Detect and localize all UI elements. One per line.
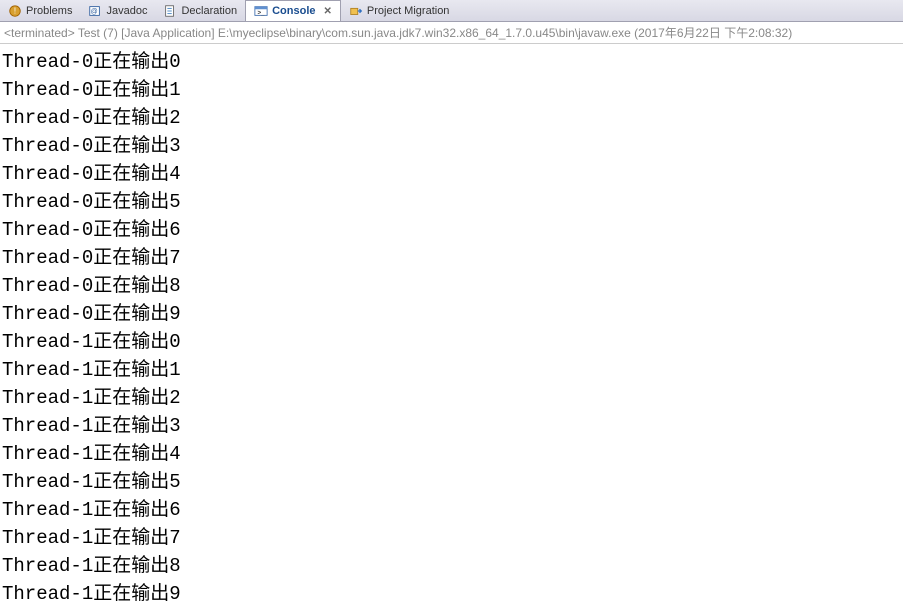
console-line: Thread-1正在输出5 (2, 468, 901, 496)
svg-text:>_: >_ (258, 10, 266, 17)
console-line: Thread-1正在输出0 (2, 328, 901, 356)
console-output[interactable]: Thread-0正在输出0Thread-0正在输出1Thread-0正在输出2T… (0, 44, 903, 612)
console-line: Thread-0正在输出3 (2, 132, 901, 160)
tab-label: Problems (26, 5, 72, 17)
tab-label: Javadoc (106, 5, 147, 17)
console-line: Thread-1正在输出2 (2, 384, 901, 412)
console-line: Thread-0正在输出7 (2, 244, 901, 272)
console-line: Thread-0正在输出5 (2, 188, 901, 216)
console-line: Thread-1正在输出8 (2, 552, 901, 580)
tab-label: Declaration (181, 5, 237, 17)
declaration-icon (163, 4, 177, 18)
console-line: Thread-0正在输出9 (2, 300, 901, 328)
console-line: Thread-1正在输出1 (2, 356, 901, 384)
close-icon[interactable]: ✕ (324, 6, 332, 17)
console-line: Thread-0正在输出8 (2, 272, 901, 300)
console-line: Thread-0正在输出2 (2, 104, 901, 132)
tab-label: Console (272, 5, 315, 17)
migration-icon (349, 4, 363, 18)
console-line: Thread-0正在输出1 (2, 76, 901, 104)
console-line: Thread-0正在输出4 (2, 160, 901, 188)
console-line: Thread-1正在输出6 (2, 496, 901, 524)
console-status: <terminated> Test (7) [Java Application]… (0, 22, 903, 44)
tab-bar: ! Problems @ Javadoc Declaration >_ Cons… (0, 0, 903, 22)
console-line: Thread-1正在输出4 (2, 440, 901, 468)
console-icon: >_ (254, 4, 268, 18)
console-line: Thread-0正在输出6 (2, 216, 901, 244)
svg-text:@: @ (91, 8, 98, 15)
console-line: Thread-1正在输出9 (2, 580, 901, 608)
svg-text:!: ! (14, 6, 16, 15)
console-line: Thread-1正在输出7 (2, 524, 901, 552)
console-line: Thread-0正在输出0 (2, 48, 901, 76)
tab-console[interactable]: >_ Console ✕ (245, 0, 341, 21)
console-line: Thread-1正在输出3 (2, 412, 901, 440)
javadoc-icon: @ (88, 4, 102, 18)
problems-icon: ! (8, 4, 22, 18)
tab-project-migration[interactable]: Project Migration (341, 0, 458, 21)
tab-declaration[interactable]: Declaration (155, 0, 245, 21)
tab-problems[interactable]: ! Problems (0, 0, 80, 21)
tab-label: Project Migration (367, 5, 450, 17)
tab-javadoc[interactable]: @ Javadoc (80, 0, 155, 21)
